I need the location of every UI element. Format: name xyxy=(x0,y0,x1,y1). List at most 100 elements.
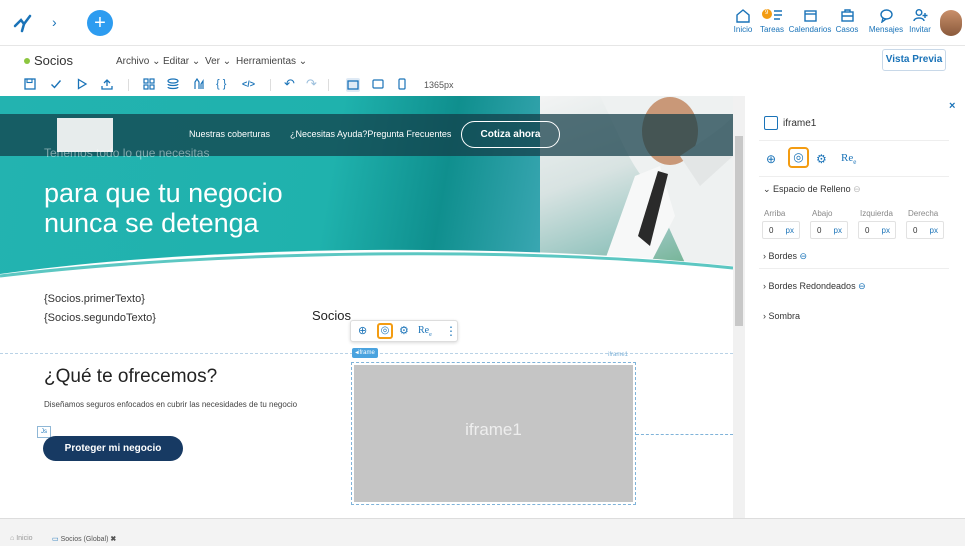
calendar-icon xyxy=(786,8,834,23)
panel-style-icon[interactable]: ◎ xyxy=(788,147,809,168)
nav-link-coberturas[interactable]: Nuestras coberturas xyxy=(189,129,270,139)
js-badge[interactable]: Js xyxy=(37,426,51,438)
padding-input-abajo[interactable]: 0 px xyxy=(810,221,848,239)
panel-rules-icon[interactable]: Ree xyxy=(841,152,856,166)
canvas-width-readout: 1365px xyxy=(424,80,454,90)
menu-herramientas[interactable]: Herramientas ⌄ xyxy=(236,56,307,67)
padding-label-derecha: Derecha xyxy=(908,209,939,218)
guide-line xyxy=(636,434,733,435)
nav-link-ayuda[interactable]: ¿Necesitas Ayuda?Pregunta Frecuentes xyxy=(290,129,451,139)
iframe-label: iframe1 xyxy=(465,420,522,439)
shadow-section[interactable]: › Sombra xyxy=(763,311,800,321)
desktop-view-icon[interactable] xyxy=(346,78,360,92)
toolbar-divider xyxy=(270,79,271,91)
save-icon[interactable] xyxy=(24,78,38,92)
borders-section[interactable]: › Bordes ⊖ xyxy=(763,251,807,262)
braces-icon[interactable]: { } xyxy=(216,78,230,92)
avatar[interactable] xyxy=(940,10,962,36)
topbar-item-invitar[interactable]: Invitar xyxy=(902,8,938,34)
briefcase-icon xyxy=(829,8,865,23)
more-options-icon[interactable]: ⋮ xyxy=(445,324,457,338)
padding-section-header[interactable]: ⌄ Espacio de Relleno ⊖ xyxy=(763,184,861,195)
design-canvas[interactable]: Nuestras coberturas ¿Necesitas Ayuda?Pre… xyxy=(0,96,733,518)
editor-toolbar: { } </> ↶ ↷ 1365px xyxy=(0,74,740,96)
variables-icon[interactable] xyxy=(193,78,207,92)
iframe-tag: ◂iframe xyxy=(352,348,378,358)
topbar-label: Mensajes xyxy=(868,25,904,34)
mobile-view-icon[interactable] xyxy=(396,78,410,92)
components-icon[interactable] xyxy=(143,78,157,92)
tablet-view-icon[interactable] xyxy=(372,78,386,92)
topbar-label: Invitar xyxy=(909,25,931,34)
variable-segundo-texto: {Socios.segundoTexto} xyxy=(44,312,156,324)
check-icon[interactable] xyxy=(50,78,64,92)
topbar-label: Calendarios xyxy=(788,25,832,34)
close-icon[interactable]: × xyxy=(949,100,955,112)
close-tab-icon[interactable]: ✖ xyxy=(110,536,116,543)
panel-divider xyxy=(759,268,949,269)
properties-panel: × iframe1 ⊕ ◎ ⚙ Ree ⌄ Espacio de Relleno… xyxy=(745,96,965,518)
undo-icon[interactable]: ↶ xyxy=(284,77,298,92)
padding-input-arriba[interactable]: 0 px xyxy=(762,221,800,239)
preview-button[interactable]: Vista Previa xyxy=(882,49,946,71)
style-palette-icon[interactable]: ◎ xyxy=(377,323,393,339)
hero-wave xyxy=(0,249,733,286)
menu-ver[interactable]: Ver ⌄ xyxy=(205,56,231,67)
toolbar-divider xyxy=(328,79,329,91)
variable-primer-texto: {Socios.primerTexto} xyxy=(44,293,145,305)
redo-icon[interactable]: ↷ xyxy=(306,77,320,92)
section-title: ¿Qué te ofrecemos? xyxy=(44,366,218,387)
panel-divider xyxy=(759,140,949,141)
hero-line-2: nunca se detenga xyxy=(44,208,259,238)
app-logo-icon[interactable] xyxy=(12,12,36,34)
padding-input-derecha[interactable]: 0 px xyxy=(906,221,944,239)
page-icon: ▭ xyxy=(52,536,59,543)
proteger-button[interactable]: Proteger mi negocio xyxy=(43,436,183,461)
play-icon[interactable] xyxy=(76,78,90,92)
panel-title: iframe1 xyxy=(783,118,817,129)
panel-divider xyxy=(759,176,949,177)
tab-socios-global[interactable]: ▭ Socios (Global) ✖ xyxy=(52,535,116,543)
add-user-icon xyxy=(902,8,938,23)
padding-input-izquierda[interactable]: 0 px xyxy=(858,221,896,239)
add-button[interactable]: + xyxy=(87,10,113,36)
padding-label-arriba: Arriba xyxy=(764,209,786,218)
iframe-corner-label: iframe1 xyxy=(608,352,629,358)
padding-label-abajo: Abajo xyxy=(812,209,833,218)
rules-icon[interactable]: Ree xyxy=(418,325,432,338)
chevron-right-icon[interactable]: › xyxy=(52,15,57,29)
hero-line-1: para que tu negocio xyxy=(44,178,283,208)
top-bar: › + Inicio Tareas 9 Calendarios Casos Me… xyxy=(0,0,965,46)
rounded-borders-section[interactable]: › Bordes Redondeados ⊖ xyxy=(763,281,866,292)
element-floating-toolbar: ⊕ ◎ ⚙ Ree ⋮ xyxy=(350,320,458,342)
topbar-item-casos[interactable]: Casos xyxy=(829,8,865,34)
topbar-label: Casos xyxy=(835,25,859,34)
panel-settings-icon[interactable]: ⚙ xyxy=(816,152,827,166)
topbar-label: Tareas xyxy=(759,25,784,34)
topbar-item-calendarios[interactable]: Calendarios xyxy=(786,8,834,34)
toolbar-divider xyxy=(128,79,129,91)
move-icon[interactable]: ⊕ xyxy=(358,325,367,337)
iframe-placeholder[interactable]: iframe1 xyxy=(354,365,633,502)
vertical-scrollbar[interactable] xyxy=(733,96,745,518)
panel-move-icon[interactable]: ⊕ xyxy=(766,152,776,166)
topbar-label: Inicio xyxy=(733,25,753,34)
tab-inicio[interactable]: ⌂ Inicio xyxy=(10,535,33,542)
iframe-icon xyxy=(764,116,778,130)
settings-icon[interactable]: ⚙ xyxy=(399,325,409,337)
code-icon[interactable]: </> xyxy=(242,78,256,92)
iframe-selection-box[interactable]: iframe1 xyxy=(351,362,636,505)
layers-icon[interactable] xyxy=(167,78,181,92)
menu-editar[interactable]: Editar ⌄ xyxy=(163,56,200,67)
hero-banner: Nuestras coberturas ¿Necesitas Ayuda?Pre… xyxy=(0,96,733,286)
menu-archivo[interactable]: Archivo ⌄ xyxy=(116,56,161,67)
tasks-badge: 9 xyxy=(765,10,769,16)
section-text: Diseñamos seguros enfocados en cubrir la… xyxy=(44,400,298,409)
page-title: Socios xyxy=(34,53,74,68)
home-icon: ⌂ xyxy=(10,535,15,542)
cotiza-button[interactable]: Cotiza ahora xyxy=(461,121,560,148)
page-ribbon: Socios Archivo ⌄ Editar ⌄ Ver ⌄ Herramie… xyxy=(0,46,965,74)
padding-label-izquierda: Izquierda xyxy=(860,209,893,218)
vertical-scroll-thumb[interactable] xyxy=(735,136,743,326)
upload-icon[interactable] xyxy=(101,78,115,92)
